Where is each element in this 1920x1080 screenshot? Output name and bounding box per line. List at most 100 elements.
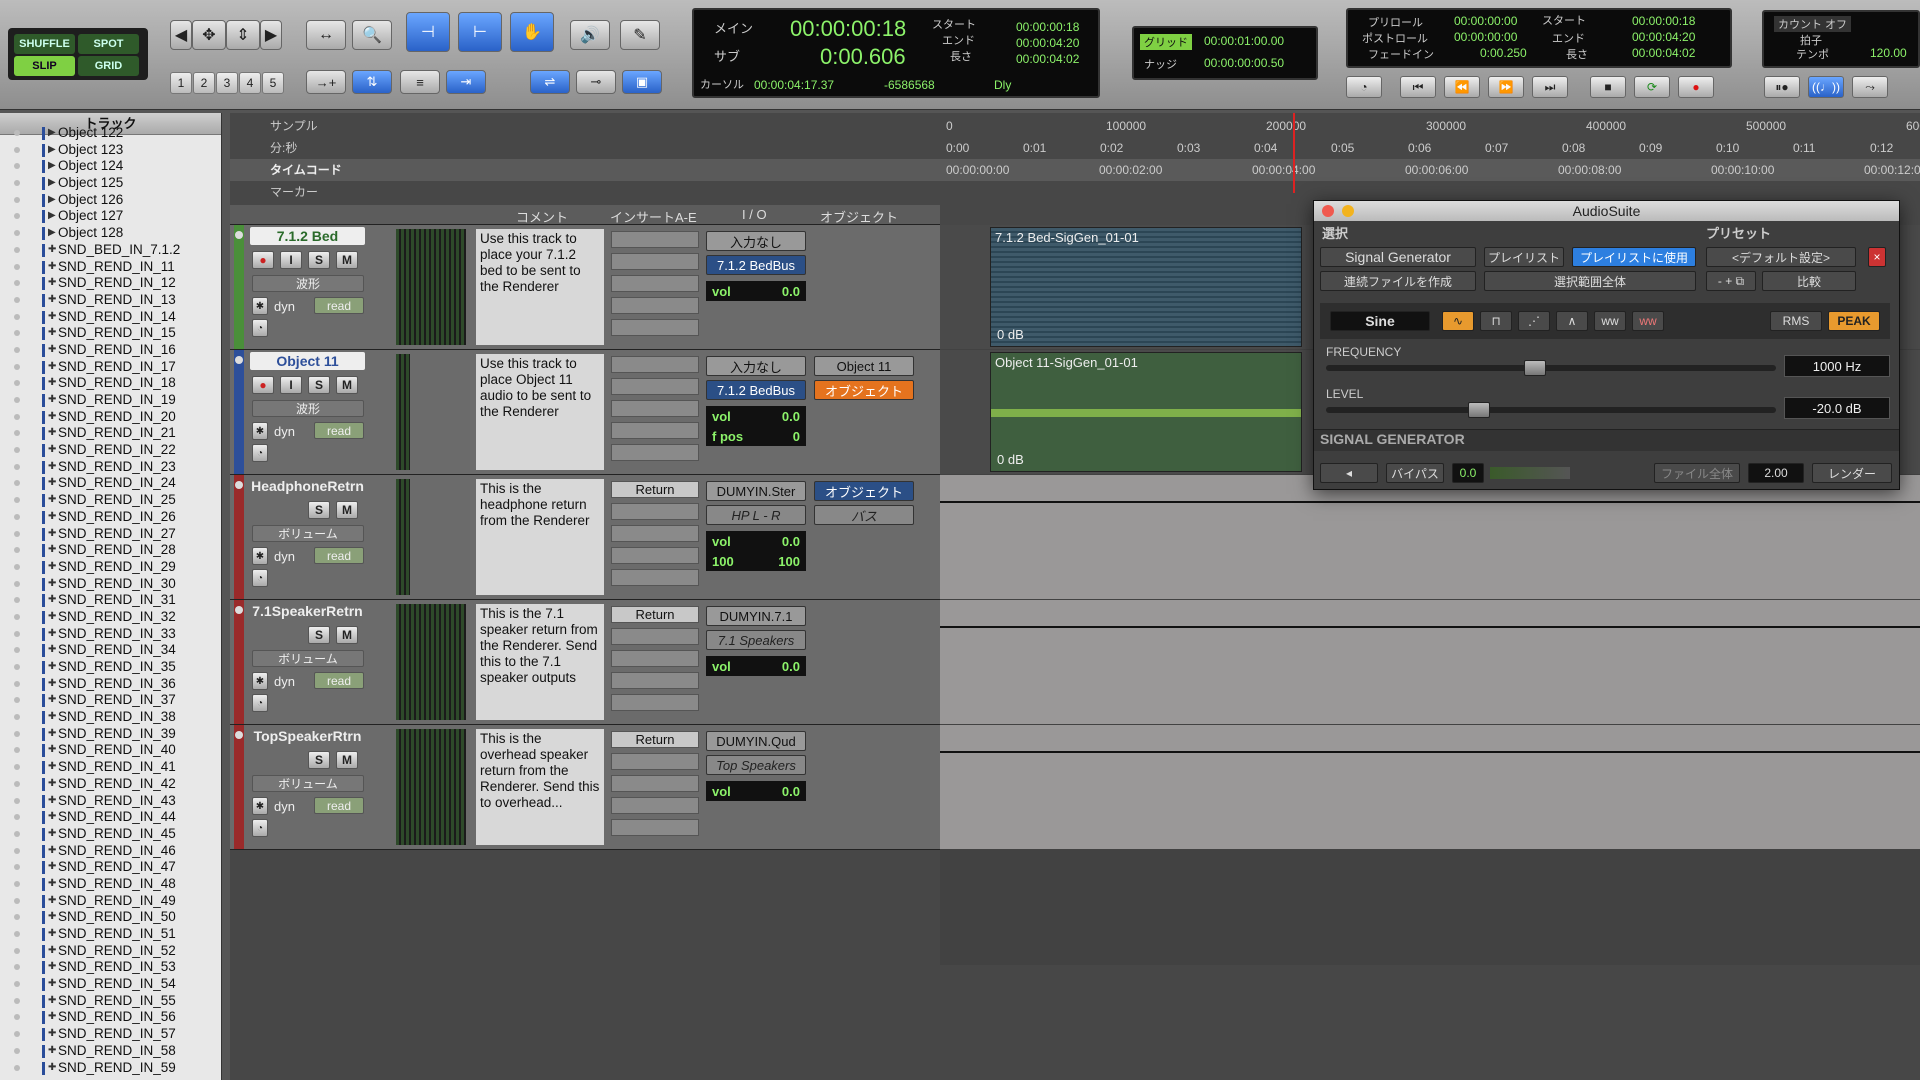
handle-value[interactable]: 2.00 <box>1748 463 1804 483</box>
show-hide-icon[interactable] <box>14 647 20 654</box>
insert-slot[interactable] <box>611 400 699 417</box>
selector-tool-icon[interactable]: ⊢ <box>458 12 502 52</box>
record-enable-icon[interactable]: ● <box>252 376 274 394</box>
track-comment[interactable]: Use this track to place your 7.1.2 bed t… <box>476 229 604 345</box>
show-hide-icon[interactable] <box>14 981 20 988</box>
timebase-icon[interactable]: ◔ <box>252 694 268 712</box>
track-view-select[interactable]: 波形 <box>252 275 364 292</box>
insert-slot[interactable] <box>611 422 699 439</box>
track-list-item[interactable]: ✚ SND_REND_IN_20 <box>0 409 221 426</box>
level-slider-knob[interactable] <box>1467 402 1490 418</box>
metronome-icon[interactable]: ⤳ <box>1852 76 1888 98</box>
spot-mode-button[interactable]: SPOT <box>78 34 139 54</box>
track-list-item[interactable]: ✚ SND_REND_IN_40 <box>0 742 221 759</box>
close-icon[interactable] <box>1322 205 1334 217</box>
compare-button[interactable]: 比較 <box>1762 271 1856 291</box>
insert-slot[interactable] <box>611 444 699 461</box>
track-lane[interactable] <box>940 600 1920 724</box>
main-counter-value[interactable]: 00:00:00:18 <box>790 16 906 42</box>
insert-slot[interactable] <box>611 503 699 520</box>
grid-label[interactable]: グリッド <box>1140 34 1192 50</box>
show-hide-icon[interactable] <box>14 931 20 937</box>
show-hide-icon[interactable] <box>14 897 20 904</box>
output-select[interactable]: 7.1 Speakers <box>706 630 806 650</box>
track-list-item[interactable]: ✚ SND_REND_IN_30 <box>0 576 221 593</box>
go-to-end-icon[interactable]: ⏭ <box>1532 76 1568 98</box>
zoom-in-icon[interactable]: ▶ <box>260 20 282 50</box>
show-hide-icon[interactable] <box>14 880 20 887</box>
show-hide-icon[interactable] <box>14 480 20 487</box>
solo-button[interactable]: S <box>308 376 330 394</box>
pencil-tool-icon[interactable]: ✎ <box>620 20 660 50</box>
show-hide-icon[interactable] <box>14 613 20 620</box>
track-list-item[interactable]: ✚ SND_REND_IN_23 <box>0 459 221 476</box>
slip-mode-button[interactable]: SLIP <box>14 56 75 76</box>
track-list-item[interactable]: ✚ SND_REND_IN_17 <box>0 359 221 376</box>
automation-mode-select[interactable]: read <box>314 672 364 689</box>
show-hide-icon[interactable] <box>14 497 20 504</box>
online-icon[interactable]: ◔ <box>1346 76 1382 98</box>
insert-slot[interactable]: Return <box>611 606 699 623</box>
insert-slot[interactable] <box>611 547 699 564</box>
insert-slot[interactable] <box>611 628 699 645</box>
input-select[interactable]: DUMYIN.Qud <box>706 731 806 751</box>
zoom-preset-2-button[interactable]: 2 <box>193 72 215 94</box>
show-hide-icon[interactable] <box>14 447 20 454</box>
automation-mode-select[interactable]: read <box>314 297 364 314</box>
create-files-select[interactable]: 連続ファイルを作成 <box>1320 271 1476 291</box>
grabber-tool-icon[interactable]: ✋ <box>510 12 554 52</box>
sel-start-value[interactable]: 00:00:00:18 <box>1016 20 1079 34</box>
zoom-preset-4-button[interactable]: 4 <box>239 72 261 94</box>
fpos-display[interactable]: f pos 0 <box>706 426 806 446</box>
output-select[interactable]: Top Speakers <box>706 755 806 775</box>
return-to-zero-icon[interactable]: ⏮ <box>1400 76 1436 98</box>
volume-display[interactable]: vol 0.0 <box>706 281 806 301</box>
track-list-item[interactable]: ▶ Object 123 <box>0 142 221 159</box>
midi-merge-icon[interactable]: ⏸● <box>1764 76 1800 98</box>
track-list-item[interactable]: ✚ SND_REND_IN_36 <box>0 676 221 693</box>
show-hide-icon[interactable] <box>14 1047 20 1054</box>
show-hide-icon[interactable] <box>14 697 20 704</box>
track-list-item[interactable]: ✚ SND_REND_IN_56 <box>0 1009 221 1026</box>
object-mode-button[interactable]: オブジェクト <box>814 380 914 400</box>
track-list-item[interactable]: ✚ SND_REND_IN_44 <box>0 809 221 826</box>
track-list-item[interactable]: ▶ Object 127 <box>0 208 221 225</box>
track-lane[interactable] <box>940 475 1920 599</box>
track-select-icon[interactable] <box>235 606 243 614</box>
track-list-item[interactable]: ✚ SND_REND_IN_12 <box>0 275 221 292</box>
solo-button[interactable]: S <box>308 626 330 644</box>
track-list-item[interactable]: ✚ SND_REND_IN_11 <box>0 259 221 276</box>
mute-button[interactable]: M <box>336 626 358 644</box>
insert-slot[interactable]: Return <box>611 731 699 748</box>
zoom-out-icon[interactable]: ◀ <box>170 20 192 50</box>
insert-slot[interactable] <box>611 525 699 542</box>
track-list-item[interactable]: ✚ SND_REND_IN_19 <box>0 392 221 409</box>
show-hide-icon[interactable] <box>14 547 20 554</box>
frequency-value[interactable]: 1000 Hz <box>1784 355 1890 377</box>
frequency-slider[interactable] <box>1326 365 1776 371</box>
insert-slot[interactable] <box>611 775 699 792</box>
track-view-select[interactable]: 波形 <box>252 400 364 417</box>
zoom-toggle-icon[interactable]: ↔ <box>306 20 346 50</box>
render-button[interactable]: レンダー <box>1812 463 1892 483</box>
transport-end-value[interactable]: 00:00:04:20 <box>1632 30 1695 44</box>
show-hide-icon[interactable] <box>14 630 20 637</box>
track-list-item[interactable]: ✚ SND_REND_IN_47 <box>0 859 221 876</box>
track-view-select[interactable]: ボリューム <box>252 775 364 792</box>
show-hide-icon[interactable] <box>14 413 20 420</box>
track-list-item[interactable]: ✚ SND_REND_IN_18 <box>0 375 221 392</box>
track-list-item[interactable]: ✚ SND_REND_IN_21 <box>0 425 221 442</box>
object-mode-button[interactable]: オブジェクト <box>814 481 914 501</box>
show-hide-icon[interactable] <box>14 280 20 287</box>
show-hide-icon[interactable] <box>14 797 20 804</box>
show-hide-icon[interactable] <box>14 463 20 470</box>
postroll-label[interactable]: ポストロール <box>1362 30 1428 46</box>
track-list-item[interactable]: ✚ SND_REND_IN_43 <box>0 793 221 810</box>
track-comment[interactable]: Use this track to place Object 11 audio … <box>476 354 604 470</box>
mute-button[interactable]: M <box>336 251 358 269</box>
automation-icon[interactable]: ✱ <box>252 672 268 690</box>
show-hide-icon[interactable] <box>14 780 20 787</box>
fadein-label[interactable]: フェードイン <box>1368 46 1434 62</box>
count-off-label[interactable]: カウント オフ <box>1774 16 1852 32</box>
track-list-item[interactable]: ✚ SND_REND_IN_42 <box>0 776 221 793</box>
